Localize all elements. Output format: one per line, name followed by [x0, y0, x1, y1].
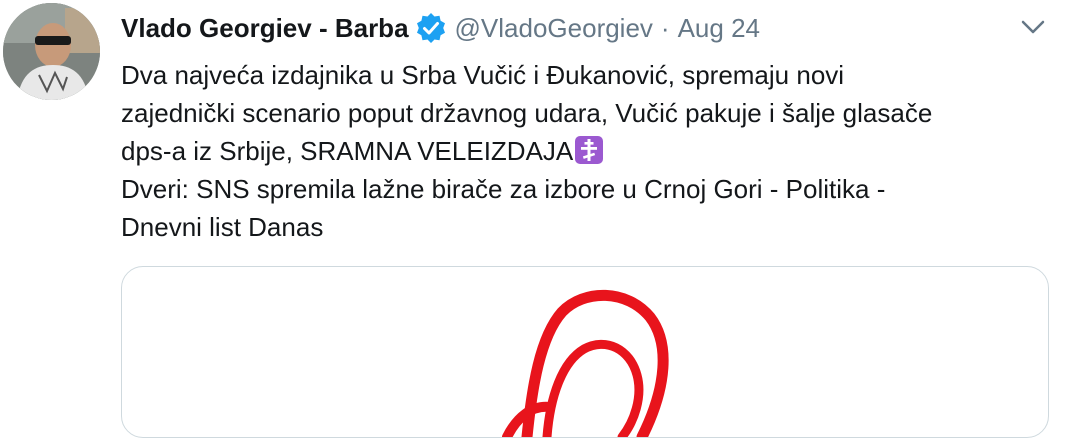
- tweet-text-segment: dps-a iz Srbije, SRAMNA VELEIZDAJA: [121, 136, 574, 166]
- avatar[interactable]: [3, 3, 100, 100]
- author-handle[interactable]: @VladoGeorgiev: [455, 13, 653, 44]
- tweet-text-line: Dva najveća izdajnika u Srba Vučić i Đuk…: [121, 60, 845, 90]
- tweet-text: Dva najveća izdajnika u Srba Vučić i Đuk…: [121, 56, 1041, 246]
- author-name[interactable]: Vlado Georgiev - Barba: [121, 13, 409, 44]
- tweet-date[interactable]: Aug 24: [678, 13, 760, 44]
- link-preview-card[interactable]: [121, 266, 1049, 438]
- separator-dot: ·: [660, 12, 670, 43]
- verified-badge-icon: [415, 12, 447, 44]
- tweet-text-line[interactable]: Dnevni list Danas: [121, 208, 1041, 246]
- tweet-text-line: dps-a iz Srbije, SRAMNA VELEIZDAJA: [121, 132, 1041, 170]
- tweet-text-line[interactable]: Dveri: SNS spremila lažne birače za izbo…: [121, 170, 1041, 208]
- red-swirl-logo-icon: [502, 289, 669, 437]
- orthodox-cross-emoji-icon: [575, 136, 604, 164]
- chevron-down-icon[interactable]: [1020, 14, 1046, 40]
- tweet-text-line: zajednički scenario poput državnog udara…: [121, 98, 933, 128]
- avatar-photo: [3, 3, 100, 100]
- tweet-header: Vlado Georgiev - Barba @VladoGeorgiev · …: [121, 10, 760, 46]
